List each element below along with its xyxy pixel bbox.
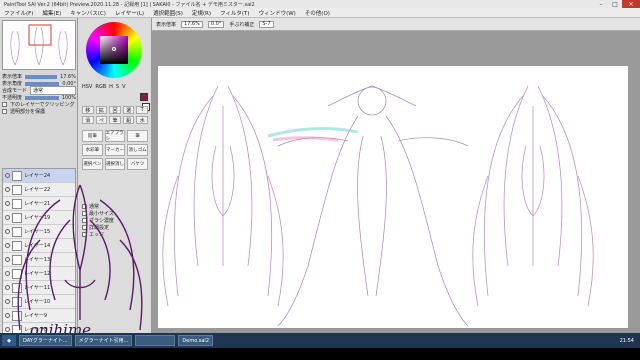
brush-bucket[interactable]: バケツ xyxy=(127,158,148,170)
clip-label: 下のレイヤーでクリッピング xyxy=(10,102,75,108)
window-controls: – □ ✕ xyxy=(594,0,640,8)
layer-thumbnail xyxy=(12,170,22,181)
eraser-tool-icon[interactable]: 消 xyxy=(82,116,94,124)
select-tool-icon[interactable]: 選 xyxy=(122,106,135,114)
foreground-color[interactable] xyxy=(140,93,148,101)
protect-label: 透明部分を保護 xyxy=(10,109,46,115)
window-title: PaintTool SAI Ver.2 (64bit) Preview.2020… xyxy=(4,1,255,8)
menu-bar: ファイル(F) 編集(E) キャンバス(C) レイヤー(L) 選択範囲(S) 定… xyxy=(0,8,640,18)
brush-selpen[interactable]: 選択ペン xyxy=(82,158,103,170)
teal-brush-stroke xyxy=(267,127,359,138)
menu-ruler[interactable]: 定規(R) xyxy=(192,9,211,17)
blend-mode-label: 合成モード xyxy=(2,88,28,94)
sketch-artwork xyxy=(162,85,594,327)
brush-tool-icon[interactable]: 筆 xyxy=(109,116,121,124)
menu-edit[interactable]: 編集(E) xyxy=(42,9,61,17)
brush-pencil[interactable]: 鉛筆 xyxy=(82,130,103,142)
menu-other[interactable]: その他(O) xyxy=(305,9,330,17)
protect-checkbox[interactable] xyxy=(2,109,7,114)
zoom-label: 表示倍率 xyxy=(2,74,23,80)
maximize-button[interactable]: □ xyxy=(608,0,622,8)
drawing-canvas[interactable] xyxy=(158,66,628,328)
taskbar-item[interactable]: メグラーナイト引用... xyxy=(74,335,133,346)
taskbar: ◆ DAYグラーナイト... メグラーナイト引用... Demo.sai2 21… xyxy=(0,333,640,348)
menu-canvas[interactable]: キャンバス(C) xyxy=(70,9,106,17)
pink-brush-stroke xyxy=(272,136,339,142)
pencil-tool-icon[interactable]: 鉛 xyxy=(122,116,135,124)
canvas-angle-field[interactable]: 0.0° xyxy=(207,20,225,28)
minimize-button[interactable]: – xyxy=(594,0,608,8)
layer-name: レイヤー24 xyxy=(24,173,51,179)
move-tool-icon[interactable]: 移 xyxy=(82,106,94,114)
menu-file[interactable]: ファイル(F) xyxy=(4,9,33,17)
opacity-value: 100% xyxy=(61,94,76,101)
brush-eraser[interactable]: 消しゴム xyxy=(127,144,148,156)
close-button[interactable]: ✕ xyxy=(622,0,640,8)
angle-label: 表示角度 xyxy=(2,81,23,87)
clip-checkbox[interactable] xyxy=(2,102,7,107)
menu-layer[interactable]: レイヤー(L) xyxy=(115,9,144,17)
color-picker-cursor xyxy=(112,47,116,51)
angle-slider[interactable] xyxy=(25,81,60,86)
menu-filter[interactable]: フィルタ(T) xyxy=(220,9,250,17)
brush-brush[interactable]: 筆 xyxy=(127,130,148,142)
brush-watercolor[interactable]: 水彩筆 xyxy=(82,144,103,156)
canvas-area: 表示倍率 17.6% 0.0° 手ぶれ補正 S-7 xyxy=(152,18,640,348)
navigator-thumbnail xyxy=(3,21,75,69)
brush-marker[interactable]: マーカー xyxy=(104,144,126,156)
tab-h[interactable]: H xyxy=(109,84,113,90)
pen-tool-icon[interactable]: ペ xyxy=(95,116,108,124)
stabilizer-field[interactable]: S-7 xyxy=(259,20,274,28)
start-button[interactable]: ◆ xyxy=(2,335,16,346)
tab-rgb[interactable]: RGB xyxy=(95,84,106,90)
watermark-emblem xyxy=(17,184,143,331)
layer-properties: 表示倍率 17.6% 表示角度 0.00° 合成モード 通常 不透明度 100% 下のレ… xyxy=(2,73,76,115)
canvas-zoom-label: 表示倍率 xyxy=(156,21,177,28)
color-square[interactable] xyxy=(100,36,128,64)
canvas-toolbar: 表示倍率 17.6% 0.0° 手ぶれ補正 S-7 xyxy=(152,18,640,31)
zoom-value: 17.6% xyxy=(60,73,76,80)
zoom-tool-icon[interactable]: 拡 xyxy=(95,106,108,114)
tab-hsv[interactable]: HSV xyxy=(82,84,92,90)
water-tool-icon[interactable]: 水 xyxy=(136,116,148,124)
opacity-label: 不透明度 xyxy=(2,95,23,101)
tool-grid: 移 拡 回 選 T 消 ペ 筆 鉛 水 xyxy=(82,106,148,124)
taskbar-item[interactable] xyxy=(135,335,176,346)
zoom-slider[interactable] xyxy=(25,74,58,79)
rotate-tool-icon[interactable]: 回 xyxy=(109,106,121,114)
opacity-slider[interactable] xyxy=(25,95,59,100)
color-mode-tabs: HSV RGB H S V xyxy=(82,84,126,90)
brush-airbrush[interactable]: エアブラシ xyxy=(104,130,126,142)
stabilizer-label: 手ぶれ補正 xyxy=(229,21,255,28)
tab-s[interactable]: S xyxy=(116,84,119,90)
taskbar-item[interactable]: Demo.sai2 xyxy=(178,335,214,346)
brush-grid: 鉛筆 エアブラシ 筆 水彩筆 マーカー 消しゴム 選択ペン 選択消し バケツ xyxy=(82,130,148,170)
taskbar-clock: 21:54 xyxy=(619,337,634,344)
color-wheel[interactable] xyxy=(86,22,142,78)
canvas-zoom-field[interactable]: 17.6% xyxy=(181,20,203,28)
menu-selection[interactable]: 選択範囲(S) xyxy=(153,9,183,17)
brush-selerase[interactable]: 選択消し xyxy=(104,158,126,170)
text-tool-icon[interactable]: T xyxy=(136,106,148,114)
tab-v[interactable]: V xyxy=(122,84,125,90)
navigator[interactable] xyxy=(2,20,76,70)
taskbar-item[interactable]: DAYグラーナイト... xyxy=(19,335,72,346)
eye-icon[interactable] xyxy=(5,173,10,178)
title-bar: PaintTool SAI Ver.2 (64bit) Preview.2020… xyxy=(0,0,640,8)
menu-window[interactable]: ウィンドウ(W) xyxy=(259,9,296,17)
